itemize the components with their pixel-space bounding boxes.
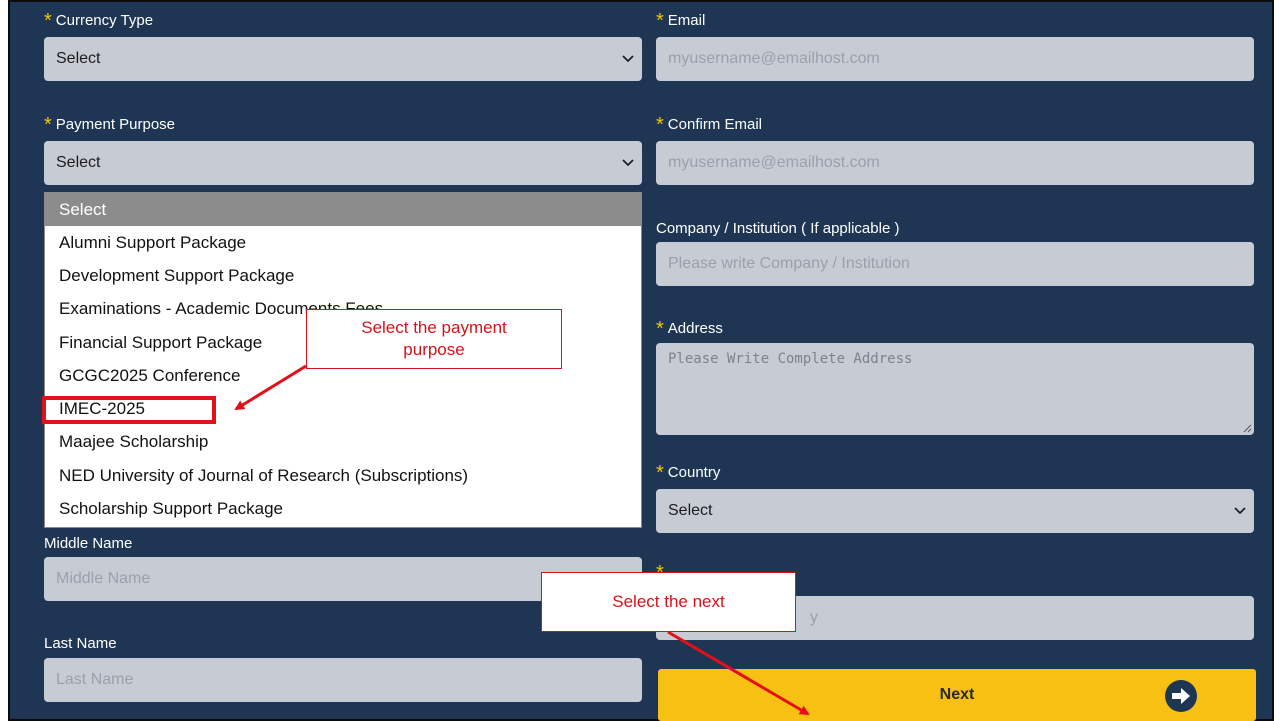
chevron-down-icon [1234, 507, 1246, 515]
confirm-email-input[interactable]: myusername@emailhost.com [656, 141, 1254, 185]
next-button[interactable]: Next [658, 669, 1256, 721]
last-name-input[interactable]: Last Name [44, 658, 642, 702]
address-label: * Address [656, 318, 723, 340]
resize-grip-icon[interactable] [1242, 423, 1252, 433]
last-name-label: Last Name [44, 635, 117, 652]
dropdown-option[interactable]: Maajee Scholarship [45, 425, 641, 458]
annotation-callout-next: Select the next [541, 572, 796, 632]
middle-name-label: Middle Name [44, 535, 133, 552]
address-textarea[interactable]: Please Write Complete Address [656, 343, 1254, 435]
required-star-icon: * [44, 10, 52, 32]
country-label: * Country [656, 462, 721, 484]
payment-purpose-label: * Payment Purpose [44, 114, 176, 136]
currency-type-select[interactable]: Select [44, 37, 642, 81]
confirm-email-label: * Confirm Email [656, 114, 762, 136]
chevron-down-icon [622, 55, 634, 63]
required-star-icon: * [44, 114, 52, 136]
required-star-icon: * [656, 462, 664, 484]
dropdown-option[interactable]: NED University of Journal of Research (S… [45, 459, 641, 492]
chevron-down-icon [622, 159, 634, 167]
email-label: * Email [656, 10, 706, 32]
dropdown-option[interactable]: Alumni Support Package [45, 226, 641, 259]
payment-purpose-select[interactable]: Select [44, 141, 642, 185]
country-select[interactable]: Select [656, 489, 1254, 533]
annotation-highlight-box [42, 396, 216, 424]
required-star-icon: * [656, 114, 664, 136]
dropdown-option[interactable]: Select [45, 193, 641, 226]
dropdown-option[interactable]: Development Support Package [45, 259, 641, 292]
arrow-right-circle-icon [1165, 680, 1197, 712]
annotation-callout-payment-purpose: Select the payment purpose [306, 309, 562, 369]
currency-type-label: * Currency Type [44, 10, 154, 32]
company-label: Company / Institution ( If applicable ) [656, 220, 900, 237]
email-input[interactable]: myusername@emailhost.com [656, 37, 1254, 81]
required-star-icon: * [656, 10, 664, 32]
company-input[interactable]: Please write Company / Institution [656, 242, 1254, 286]
required-star-icon: * [656, 318, 664, 340]
dropdown-option[interactable]: Scholarship Support Package [45, 492, 641, 525]
